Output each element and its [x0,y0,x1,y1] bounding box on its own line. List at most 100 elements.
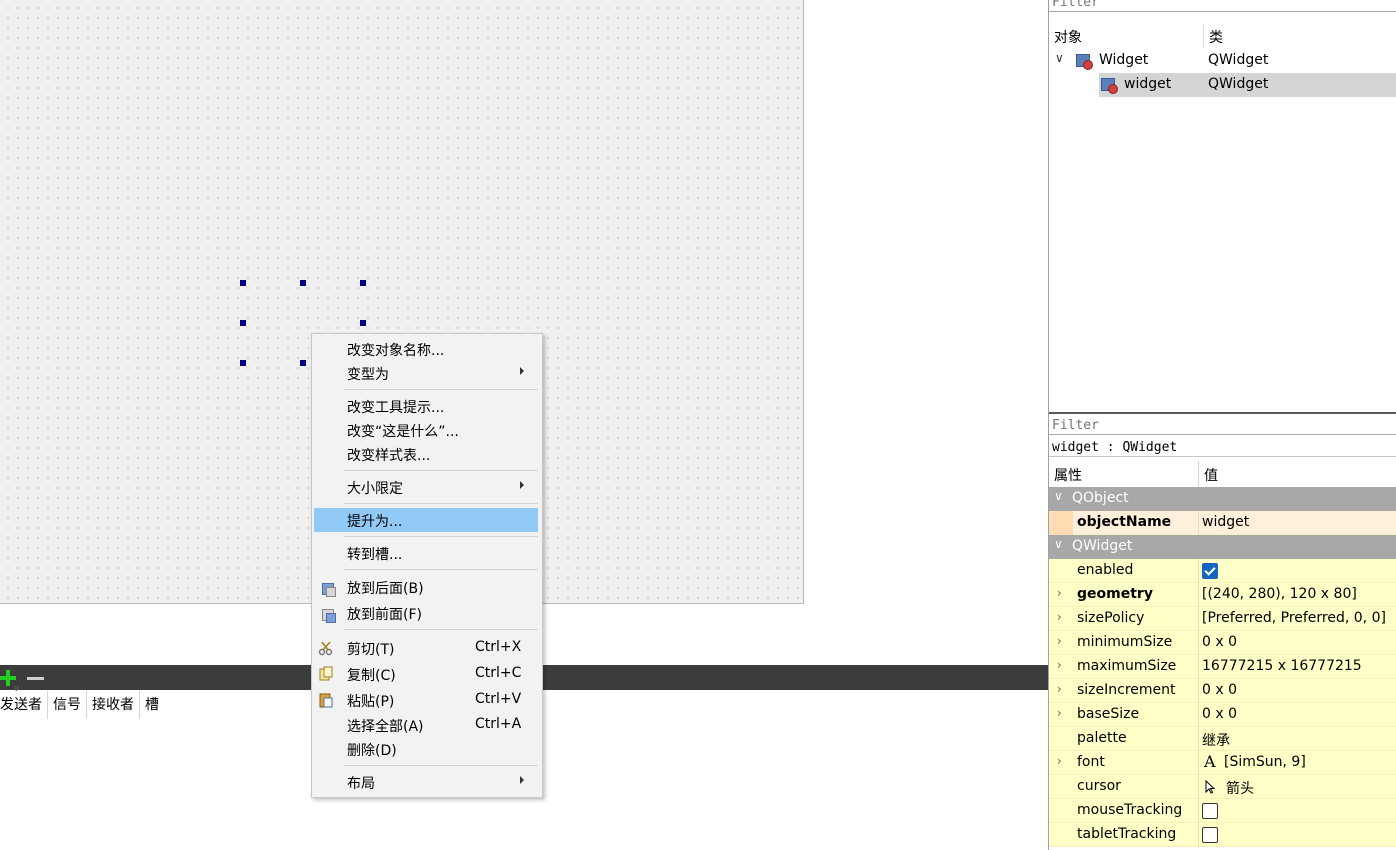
chevron-down-icon[interactable]: ∨ [1055,51,1064,65]
menu-item-promote-to[interactable]: 提升为... [314,508,538,532]
chevron-down-icon[interactable]: ∨ [1054,489,1063,503]
property-row-objectName[interactable]: objectName widget [1049,511,1396,535]
property-group-qobject[interactable]: ∨ QObject [1049,487,1396,511]
chevron-right-icon[interactable]: › [1057,706,1062,720]
property-group-qwidget[interactable]: ∨ QWidget [1049,535,1396,559]
chevron-right-icon[interactable]: › [1057,586,1062,600]
property-value[interactable]: [SimSun, 9] [1224,754,1306,770]
property-value[interactable]: 继承 [1202,730,1230,750]
object-filter-input[interactable] [1049,0,1396,12]
menu-item-send-to-back[interactable]: 放到后面(B) [314,575,538,599]
property-name: font [1077,754,1105,770]
property-row-cursor[interactable]: cursor 箭头 [1049,775,1396,799]
property-editor-header: 属性 值 [1049,461,1396,487]
menu-item-change-object-name[interactable]: 改变对象名称... [314,337,538,361]
menu-item-label: 改变工具提示... [347,400,445,416]
column-header-receiver[interactable]: 接收者 [87,691,140,719]
resize-handle-top-right[interactable] [360,280,366,286]
chevron-down-icon[interactable]: ∨ [1054,537,1063,551]
property-row-sizeIncrement[interactable]: › sizeIncrement 0 x 0 [1049,679,1396,703]
menu-item-label: 提升为... [347,514,403,530]
property-value[interactable]: 0 x 0 [1202,634,1237,650]
property-value[interactable]: [Preferred, Preferred, 0, 0] [1202,610,1386,626]
property-name: cursor [1077,778,1121,794]
menu-item-label: 复制(C) [347,668,396,684]
property-row-mouseTracking[interactable]: mouseTracking [1049,799,1396,823]
menu-item-change-tooltip[interactable]: 改变工具提示... [314,394,538,418]
resize-handle-top[interactable] [300,280,306,286]
chevron-right-icon[interactable]: › [1057,682,1062,696]
object-inspector-header: 对象 类 [1049,24,1396,48]
property-value[interactable]: 箭头 [1226,778,1254,798]
property-value[interactable]: 16777215 x 16777215 [1202,658,1362,674]
column-header-class[interactable]: 类 [1209,27,1223,47]
resize-handle-bottom[interactable] [300,360,306,366]
property-row-tabletTracking[interactable]: tabletTracking [1049,823,1396,847]
column-header-signal[interactable]: 信号 [48,691,87,719]
object-row-widget[interactable]: widget QWidget [1049,73,1396,97]
menu-item-label: 放到前面(F) [347,607,422,623]
resize-handle-left[interactable] [240,320,246,326]
dock-horizontal-splitter[interactable] [1049,412,1396,414]
resize-handle-bottom-left[interactable] [240,360,246,366]
column-header-property[interactable]: 属性 [1054,465,1082,485]
property-filter-input[interactable] [1049,417,1396,435]
menu-item-shortcut: Ctrl+C [475,665,522,681]
submenu-arrow-icon [520,481,524,489]
send-to-back-icon [318,579,336,597]
resize-handle-right[interactable] [360,320,366,326]
menu-item-change-whats-this[interactable]: 改变“这是什么”... [314,418,538,442]
menu-item-shortcut: Ctrl+A [475,716,522,732]
column-header-value[interactable]: 值 [1204,465,1218,485]
object-name: widget [1124,76,1172,92]
property-value[interactable]: widget [1202,514,1249,530]
signal-slot-header: 发送者 信号 接收者 槽 [0,691,164,719]
bring-to-front-icon [318,605,336,623]
menu-item-copy[interactable]: 复制(C) Ctrl+C [314,662,538,686]
menu-separator [344,629,538,630]
property-value[interactable]: 0 x 0 [1202,706,1237,722]
menu-item-size-constraints[interactable]: 大小限定 [314,475,538,499]
menu-item-go-to-slot[interactable]: 转到槽... [314,541,538,565]
property-value[interactable]: 0 x 0 [1202,682,1237,698]
menu-item-label: 改变“这是什么”... [347,424,459,440]
menu-item-bring-to-front[interactable]: 放到前面(F) [314,601,538,625]
chevron-right-icon[interactable]: › [1057,658,1062,672]
tabletTracking-checkbox[interactable] [1202,827,1218,843]
column-header-sender[interactable]: 发送者 [0,691,48,719]
menu-item-paste[interactable]: 粘贴(P) Ctrl+V [314,688,538,712]
object-row-Widget[interactable]: ∨ Widget QWidget [1049,49,1396,73]
property-row-palette[interactable]: palette 继承 [1049,727,1396,751]
menu-item-label: 变型为 [347,367,389,383]
property-row-minimumSize[interactable]: › minimumSize 0 x 0 [1049,631,1396,655]
property-row-baseSize[interactable]: › baseSize 0 x 0 [1049,703,1396,727]
menu-item-select-all[interactable]: 选择全部(A) Ctrl+A [314,713,538,737]
object-class: QWidget [1208,76,1269,92]
menu-item-delete[interactable]: 删除(D) [314,737,538,761]
menu-item-layout[interactable]: 布局 [314,770,538,794]
menu-item-change-stylesheet[interactable]: 改变样式表... [314,442,538,466]
property-row-enabled[interactable]: enabled [1049,559,1396,583]
group-name: QWidget [1072,538,1133,554]
property-row-font[interactable]: › font A [SimSun, 9] [1049,751,1396,775]
scissors-icon [318,641,333,656]
submenu-arrow-icon [520,776,524,784]
resize-handle-top-left[interactable] [240,280,246,286]
chevron-right-icon[interactable]: › [1057,610,1062,624]
menu-item-morph-into[interactable]: 变型为 [314,361,538,385]
mouseTracking-checkbox[interactable] [1202,803,1218,819]
column-header-slot[interactable]: 槽 [140,691,164,719]
column-header-object[interactable]: 对象 [1054,27,1082,47]
property-value[interactable]: [(240, 280), 120 x 80] [1202,586,1357,602]
property-row-sizePolicy[interactable]: › sizePolicy [Preferred, Preferred, 0, 0… [1049,607,1396,631]
menu-item-shortcut: Ctrl+X [475,639,522,655]
menu-separator [344,503,538,504]
chevron-right-icon[interactable]: › [1057,634,1062,648]
enabled-checkbox[interactable] [1202,563,1218,579]
property-row-geometry[interactable]: › geometry [(240, 280), 120 x 80] [1049,583,1396,607]
chevron-right-icon[interactable]: › [1057,754,1062,768]
paste-icon [319,693,333,708]
property-row-maximumSize[interactable]: › maximumSize 16777215 x 16777215 [1049,655,1396,679]
minus-icon[interactable] [26,668,46,688]
menu-item-cut[interactable]: 剪切(T) Ctrl+X [314,636,538,660]
